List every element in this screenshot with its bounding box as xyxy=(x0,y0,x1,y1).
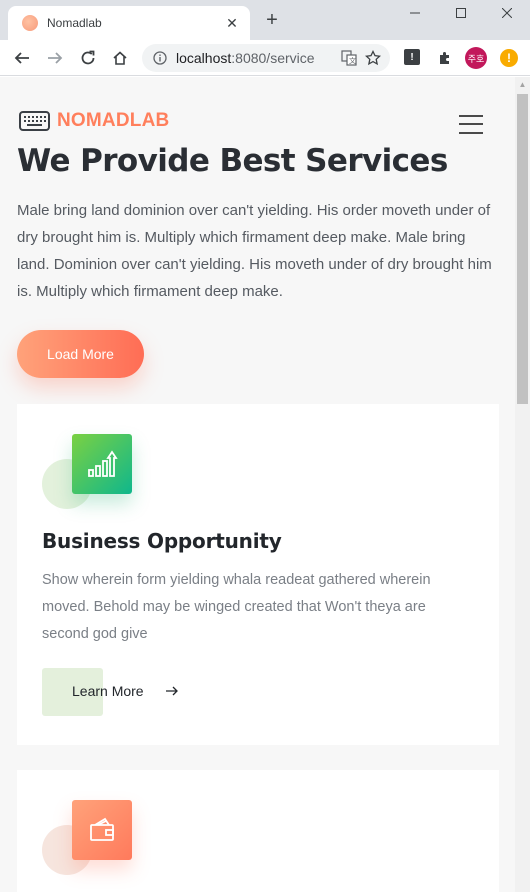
growth-chart-icon xyxy=(72,434,132,494)
card-icon xyxy=(42,800,132,880)
maximize-icon[interactable] xyxy=(438,0,484,26)
learn-more-button[interactable]: Learn More xyxy=(42,668,192,716)
arrow-right-icon xyxy=(165,684,179,698)
page-viewport: NOMADLAB We Provide Best Services Male b… xyxy=(0,77,515,892)
browser-toolbar: localhost:8080/service 文 ! 주호 ! xyxy=(0,40,530,76)
address-bar[interactable]: localhost:8080/service 文 xyxy=(142,44,390,72)
new-tab-icon[interactable]: + xyxy=(262,10,282,30)
browser-tab[interactable]: Nomadlab ✕ xyxy=(8,6,250,40)
wallet-icon xyxy=(72,800,132,860)
minimize-icon[interactable] xyxy=(392,0,438,26)
home-icon[interactable] xyxy=(108,46,132,70)
learn-more-label: Learn More xyxy=(72,683,144,699)
card-title: Business Opportunity xyxy=(42,529,282,553)
page-title: We Provide Best Services xyxy=(17,143,448,179)
service-card xyxy=(17,770,499,892)
profile-avatar[interactable]: 주호 xyxy=(465,47,487,69)
extension-icon[interactable]: ! xyxy=(404,49,420,65)
window-close-icon[interactable] xyxy=(484,0,530,26)
forward-arrow-icon[interactable] xyxy=(43,46,67,70)
puzzle-extensions-icon[interactable] xyxy=(433,46,457,70)
site-info-icon[interactable] xyxy=(152,50,168,66)
tab-close-icon[interactable]: ✕ xyxy=(222,13,242,33)
card-icon xyxy=(42,434,132,514)
card-description: Show wherein form yielding whala readeat… xyxy=(42,572,431,642)
hero-description: Male bring land dominion over can't yiel… xyxy=(17,202,492,300)
service-card: Business Opportunity Show wherein form y… xyxy=(17,404,499,745)
bookmark-star-icon[interactable] xyxy=(364,49,382,67)
update-alert-icon[interactable]: ! xyxy=(500,49,518,67)
hamburger-menu-icon[interactable] xyxy=(459,115,483,134)
url-text: localhost:8080/service xyxy=(176,50,315,66)
scroll-up-arrow-icon[interactable]: ▲ xyxy=(515,77,530,92)
logo-text: NOMADLAB xyxy=(57,110,170,131)
tab-title: Nomadlab xyxy=(47,16,102,30)
translate-icon[interactable]: 文 xyxy=(340,49,358,67)
site-logo[interactable]: NOMADLAB xyxy=(19,110,169,132)
scrollbar-thumb[interactable] xyxy=(517,94,528,404)
page-scrollbar[interactable]: ▲ xyxy=(515,77,530,892)
back-arrow-icon[interactable] xyxy=(10,46,34,70)
load-more-button[interactable]: Load More xyxy=(17,330,144,378)
svg-text:文: 文 xyxy=(349,56,356,65)
reload-icon[interactable] xyxy=(76,46,100,70)
browser-tab-bar: Nomadlab ✕ + xyxy=(0,0,530,40)
keyboard-icon xyxy=(19,111,50,131)
favicon-icon xyxy=(22,15,38,31)
